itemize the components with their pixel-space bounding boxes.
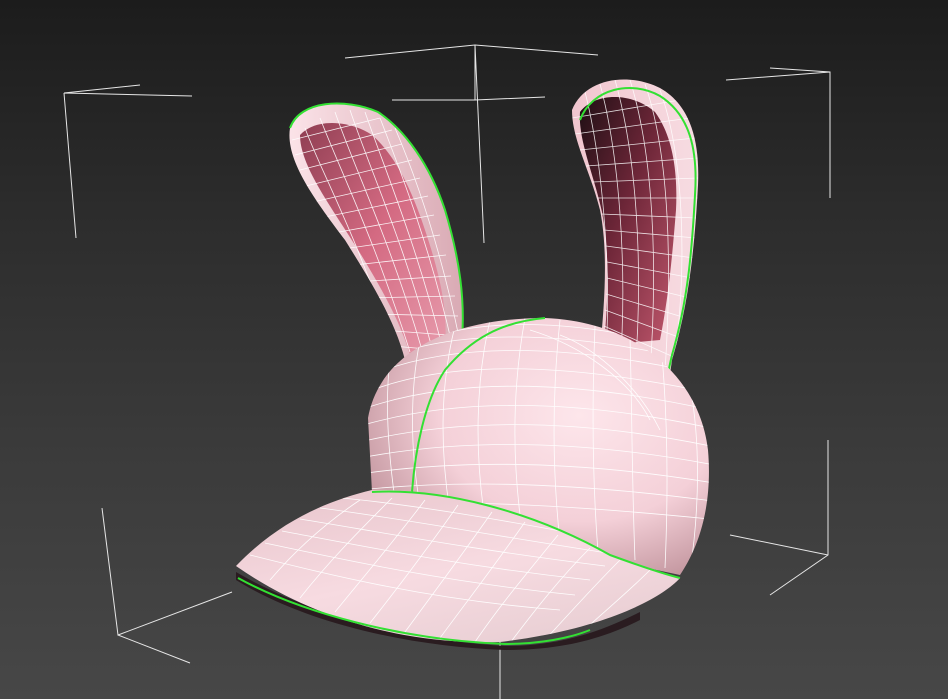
perspective-viewport[interactable] xyxy=(0,0,948,699)
bracket-bottom-left xyxy=(101,507,233,664)
bracket-top-left xyxy=(63,84,193,239)
viewport-scene[interactable] xyxy=(0,0,948,699)
bracket-bottom-right xyxy=(729,440,829,596)
bracket-top-right xyxy=(725,67,831,198)
bracket-top-center-inner xyxy=(392,96,546,101)
left-ear[interactable] xyxy=(289,102,464,361)
